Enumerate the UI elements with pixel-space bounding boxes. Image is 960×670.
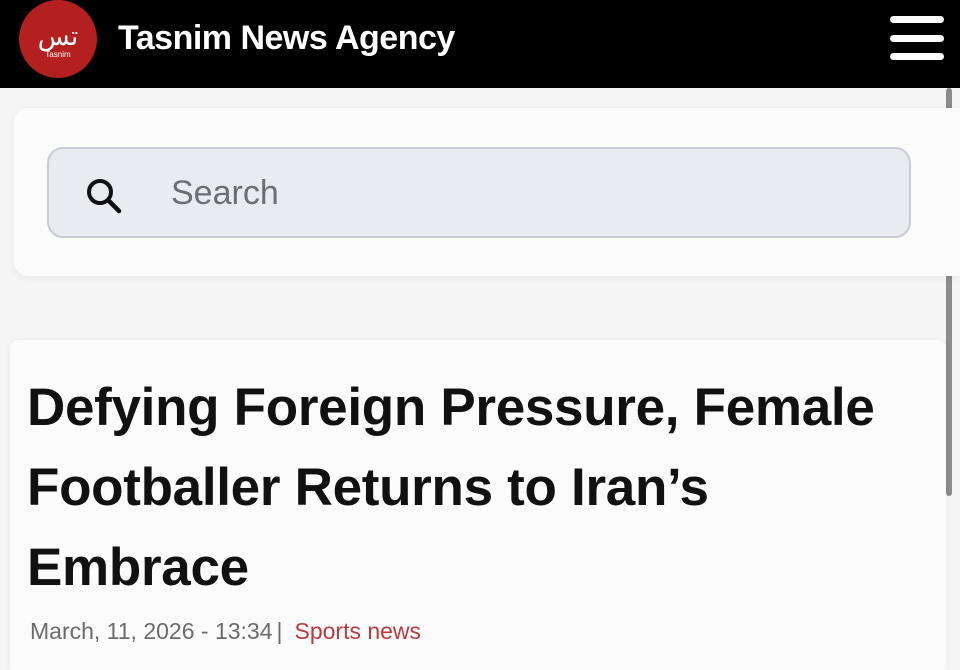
menu-line	[890, 53, 944, 60]
top-navigation-bar: تس Tasnim Tasnim News Agency	[0, 0, 960, 88]
tasnim-logo[interactable]: تس Tasnim	[19, 0, 97, 78]
article-date: March, 11, 2026 - 13:34	[30, 618, 273, 644]
category-link[interactable]: Sports news	[294, 618, 421, 644]
search-icon[interactable]	[84, 176, 124, 216]
article-headline[interactable]: Defying Foreign Pressure, Female Footbal…	[27, 368, 932, 608]
search-input[interactable]	[171, 167, 871, 219]
meta-separator: |	[276, 618, 283, 644]
menu-line	[890, 34, 944, 42]
hamburger-menu-icon[interactable]	[890, 16, 944, 60]
logo-glyph: تس	[37, 21, 79, 52]
site-title[interactable]: Tasnim News Agency	[118, 16, 455, 60]
menu-line	[890, 16, 944, 23]
search-box[interactable]	[47, 147, 911, 238]
logo-text: Tasnim	[45, 49, 71, 59]
article-meta: March, 11, 2026 - 13:34 | Sports news	[30, 615, 421, 647]
